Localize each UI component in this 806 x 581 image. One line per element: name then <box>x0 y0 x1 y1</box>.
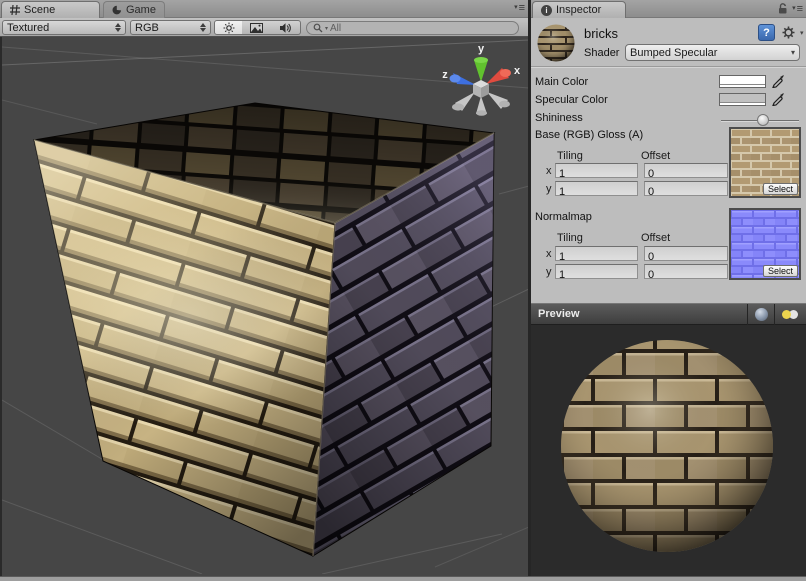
preview-header: Preview <box>531 303 806 325</box>
gizmo-center-cube[interactable] <box>473 80 489 98</box>
gizmo-x-axis[interactable]: x <box>486 65 521 84</box>
speaker-icon <box>279 22 292 34</box>
base-offset-x-field[interactable] <box>644 163 728 178</box>
base-texture-thumbnail[interactable]: Select <box>729 127 801 198</box>
base-tiling-x-field[interactable] <box>555 163 638 178</box>
tab-inspector-label: Inspector <box>556 4 601 16</box>
scene-search-field[interactable]: ▾ <box>306 21 519 35</box>
unity-editor-window: Scene Game ▾≡ Textured RGB <box>0 0 806 581</box>
search-icon <box>313 23 323 33</box>
lighting-toggle-button[interactable] <box>214 20 243 35</box>
help-icon[interactable]: ? <box>758 24 775 41</box>
scene-tabstrip: Scene Game ▾≡ <box>0 0 529 18</box>
scene-orientation-gizmo[interactable]: y x z <box>438 40 526 120</box>
eyedropper-icon[interactable] <box>771 74 785 88</box>
tab-scene-label: Scene <box>24 4 55 16</box>
channel-mode-value: RGB <box>135 22 196 34</box>
shader-label: Shader <box>584 47 619 59</box>
material-name: bricks <box>584 26 618 41</box>
scene-toolbar: Textured RGB <box>0 18 529 37</box>
gizmo-z-axis[interactable]: z <box>442 69 476 85</box>
scene-panel-menu-icon[interactable]: ▾≡ <box>514 3 525 13</box>
preview-title: Preview <box>538 308 580 320</box>
window-bottom-edge <box>0 576 806 581</box>
base-tiling-y-field[interactable] <box>555 181 638 196</box>
separator <box>531 66 806 68</box>
sun-icon <box>223 22 235 34</box>
sphere-icon <box>755 308 768 321</box>
gizmo-y-axis[interactable]: y <box>474 43 488 82</box>
base-tiling-header: Tiling <box>557 150 583 162</box>
tab-inspector[interactable]: i Inspector <box>532 1 626 18</box>
material-preview-area[interactable]: + <box>531 325 806 576</box>
render-mode-value: Textured <box>7 22 111 34</box>
audio-toggle-button[interactable] <box>270 20 301 35</box>
normal-offset-y-field[interactable] <box>644 264 728 279</box>
channel-mode-dropdown[interactable]: RGB <box>130 20 211 35</box>
preview-shape-button[interactable] <box>748 304 774 325</box>
tab-scene[interactable]: Scene <box>1 1 100 18</box>
normal-x-label: x <box>546 248 552 260</box>
svg-text:z: z <box>442 69 448 81</box>
svg-text:y: y <box>478 43 485 55</box>
updown-arrows-icon <box>115 23 121 32</box>
updown-arrows-icon <box>200 23 206 32</box>
preview-lighting-button[interactable] <box>775 304 805 325</box>
preview-sphere <box>531 325 806 576</box>
base-offset-y-field[interactable] <box>644 181 728 196</box>
normal-offset-x-field[interactable] <box>644 246 728 261</box>
scene-grid-icon <box>10 5 20 15</box>
skybox-fx-toggle-button[interactable] <box>242 20 271 35</box>
specular-color-swatch[interactable] <box>719 93 766 106</box>
scene-pane: Scene Game ▾≡ Textured RGB <box>0 0 529 576</box>
gear-icon <box>781 25 796 40</box>
svg-text:x: x <box>514 65 521 77</box>
inspector-pane: i Inspector ▾≡ <box>531 0 806 576</box>
main-color-swatch[interactable] <box>719 75 766 88</box>
material-thumbnail-sphere[interactable] <box>536 23 576 63</box>
shader-value: Bumped Specular <box>630 47 787 59</box>
base-texture-select-button[interactable]: Select <box>763 183 798 195</box>
normal-tiling-y-field[interactable] <box>555 264 638 279</box>
base-offset-header: Offset <box>641 150 670 162</box>
base-x-label: x <box>546 165 552 177</box>
normal-offset-header: Offset <box>641 232 670 244</box>
inspector-tabstrip: i Inspector ▾≡ <box>531 0 806 18</box>
search-input[interactable] <box>330 23 512 34</box>
tab-game-label: Game <box>126 4 156 16</box>
lock-icon[interactable] <box>776 2 789 15</box>
search-filter-caret-icon[interactable]: ▾ <box>325 25 328 32</box>
render-mode-dropdown[interactable]: Textured <box>2 20 126 35</box>
normalmap-select-button[interactable]: Select <box>763 265 798 277</box>
base-y-label: y <box>546 183 552 195</box>
shader-dropdown[interactable]: Bumped Specular ▾ <box>625 44 800 61</box>
normal-tiling-header: Tiling <box>557 232 583 244</box>
normal-y-label: y <box>546 266 552 278</box>
shininess-label: Shininess <box>535 112 583 124</box>
eyedropper-icon[interactable] <box>771 92 785 106</box>
normalmap-label: Normalmap <box>535 211 592 223</box>
tab-game[interactable]: Game <box>103 1 165 18</box>
lights-icon <box>777 304 803 325</box>
normalmap-thumbnail[interactable]: Select <box>729 208 801 280</box>
inspector-panel-menu-icon[interactable]: ▾≡ <box>792 4 803 14</box>
dropdown-caret-icon: ▾ <box>791 48 795 57</box>
image-icon <box>250 23 263 33</box>
normal-tiling-x-field[interactable] <box>555 246 638 261</box>
main-color-label: Main Color <box>535 76 588 88</box>
info-icon: i <box>541 5 552 16</box>
shininess-slider[interactable] <box>721 120 799 122</box>
shininess-slider-thumb[interactable] <box>757 114 769 126</box>
scene-viewport[interactable]: y x z <box>0 37 529 576</box>
game-icon <box>112 5 122 15</box>
gear-menu-button[interactable]: ▾ <box>781 25 804 40</box>
base-map-label: Base (RGB) Gloss (A) <box>535 129 643 141</box>
specular-color-label: Specular Color <box>535 94 608 106</box>
